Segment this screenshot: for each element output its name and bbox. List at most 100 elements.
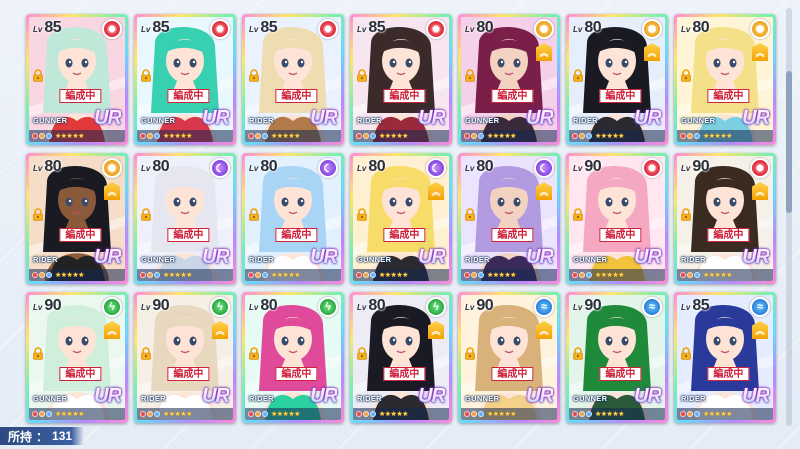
level-indicator: Lv 85 [357, 19, 386, 37]
character-card[interactable]: Lv 85 ✹ 編成中 RIDER UR ★★★★★ [350, 14, 452, 145]
card-frame: Lv 90 ≈ 編成中 GUNNER UR ★★★★★ [569, 295, 665, 420]
scrollbar[interactable] [786, 8, 792, 426]
lock-icon[interactable] [140, 69, 152, 82]
gem-icon [478, 272, 484, 278]
lock-icon[interactable] [32, 347, 44, 360]
possession-count-bar: 所持 ： 131 [0, 427, 85, 445]
character-card[interactable]: Lv 80 ☾ ︽ 編成中 RIDER UR ★★★★★ [458, 153, 560, 284]
rarity-badge: UR [418, 385, 446, 407]
lock-icon[interactable] [32, 208, 44, 221]
character-card[interactable]: Lv 80 ✺ ︽ 編成中 GUNNER UR ★★★★★ [458, 14, 560, 145]
level-indicator: Lv 80 [465, 19, 494, 37]
lock-icon[interactable] [464, 69, 476, 82]
lock-icon[interactable] [464, 347, 476, 360]
gem-icon [680, 133, 686, 139]
level-label: Lv [357, 303, 367, 312]
in-formation-badge: 編成中 [383, 89, 426, 103]
moon-element-icon: ☾ [318, 158, 338, 178]
character-card[interactable]: Lv 90 ≈ ︽ 編成中 GUNNER UR ★★★★★ [458, 292, 560, 423]
gem-icon [356, 411, 362, 417]
star-rating: ★★★★★ [703, 411, 732, 418]
character-card[interactable]: Lv 80 ✺ ︽ 編成中 RIDER UR ★★★★★ [566, 14, 668, 145]
level-indicator: Lv 80 [249, 158, 278, 176]
character-card[interactable]: Lv 85 ✹ 編成中 GUNNER UR ★★★★★ [26, 14, 128, 145]
lock-icon[interactable] [680, 69, 692, 82]
level-label: Lv [573, 25, 583, 34]
character-card[interactable]: Lv 80 ☾ 編成中 RIDER UR ★★★★★ [242, 153, 344, 284]
gem-icon [356, 272, 362, 278]
character-card[interactable]: Lv 80 ☾ ︽ 編成中 GUNNER UR ★★★★★ [350, 153, 452, 284]
lock-icon[interactable] [248, 69, 260, 82]
gem-icon [586, 411, 592, 417]
gem-icon [248, 133, 254, 139]
lock-icon[interactable] [140, 347, 152, 360]
lock-icon[interactable] [356, 208, 368, 221]
character-card[interactable]: Lv 85 ✹ 編成中 RIDER UR ★★★★★ [242, 14, 344, 145]
level-value: 90 [476, 297, 494, 314]
gem-icon [147, 272, 153, 278]
lock-icon[interactable] [680, 347, 692, 360]
character-card[interactable]: Lv 90 ϟ ︽ 編成中 GUNNER UR ★★★★★ [26, 292, 128, 423]
lock-icon[interactable] [680, 208, 692, 221]
in-formation-badge: 編成中 [491, 228, 534, 242]
level-value: 90 [152, 297, 170, 314]
rarity-badge: UR [742, 107, 770, 129]
in-formation-badge: 編成中 [599, 228, 642, 242]
card-bottom-bar: ★★★★★ [29, 408, 125, 420]
card-bottom-bar: ★★★★★ [245, 408, 341, 420]
character-card[interactable]: Lv 85 ≈ ︽ 編成中 RIDER UR ★★★★★ [674, 292, 776, 423]
lock-icon[interactable] [572, 69, 584, 82]
level-value: 80 [368, 158, 386, 175]
gem-icon [356, 133, 362, 139]
card-bottom-bar: ★★★★★ [569, 130, 665, 142]
rarity-badge: UR [526, 107, 554, 129]
gem-icon [370, 411, 376, 417]
gem-icon [140, 411, 146, 417]
level-label: Lv [249, 25, 259, 34]
level-label: Lv [141, 25, 151, 34]
wind-element-icon: ϟ [210, 297, 230, 317]
lock-icon[interactable] [32, 69, 44, 82]
gem-icon [262, 272, 268, 278]
gem-icon [262, 133, 268, 139]
scrollbar-thumb[interactable] [786, 71, 792, 213]
rarity-badge: UR [202, 107, 230, 129]
card-bottom-bar: ★★★★★ [461, 130, 557, 142]
star-rating: ★★★★★ [271, 411, 300, 418]
lock-icon[interactable] [572, 347, 584, 360]
role-label: GUNNER [465, 116, 500, 125]
lock-icon[interactable] [248, 347, 260, 360]
character-card[interactable]: Lv 90 ≈ 編成中 GUNNER UR ★★★★★ [566, 292, 668, 423]
level-indicator: Lv 90 [681, 158, 710, 176]
in-formation-badge: 編成中 [167, 367, 210, 381]
level-label: Lv [681, 25, 691, 34]
lock-icon[interactable] [356, 69, 368, 82]
lock-icon[interactable] [464, 208, 476, 221]
in-formation-badge: 編成中 [59, 89, 102, 103]
level-label: Lv [465, 164, 475, 173]
character-card[interactable]: Lv 80 ☾ 編成中 GUNNER UR ★★★★★ [134, 153, 236, 284]
lock-icon[interactable] [356, 347, 368, 360]
level-value: 85 [152, 19, 170, 36]
lock-icon[interactable] [140, 208, 152, 221]
possession-separator: ： [36, 429, 49, 444]
lock-icon[interactable] [248, 208, 260, 221]
fire-element-icon: ✹ [102, 19, 122, 39]
character-card[interactable]: Lv 80 ϟ ︽ 編成中 RIDER UR ★★★★★ [350, 292, 452, 423]
fire-element-icon: ✹ [210, 19, 230, 39]
level-indicator: Lv 80 [33, 158, 62, 176]
character-card[interactable]: Lv 80 ϟ 編成中 RIDER UR ★★★★★ [242, 292, 344, 423]
level-value: 85 [368, 19, 386, 36]
card-bottom-bar: ★★★★★ [569, 408, 665, 420]
card-frame: Lv 80 ✺ ︽ 編成中 GUNNER UR ★★★★★ [461, 17, 557, 142]
character-card[interactable]: Lv 80 ✺ ︽ 編成中 GUNNER UR ★★★★★ [674, 14, 776, 145]
gem-icon [46, 133, 52, 139]
gem-icon [32, 272, 38, 278]
lock-icon[interactable] [572, 208, 584, 221]
character-card[interactable]: Lv 90 ✹ 編成中 GUNNER UR ★★★★★ [566, 153, 668, 284]
character-card[interactable]: Lv 80 ✺ ︽ 編成中 RIDER UR ★★★★★ [26, 153, 128, 284]
character-card[interactable]: Lv 90 ϟ ︽ 編成中 RIDER UR ★★★★★ [134, 292, 236, 423]
role-label: RIDER [573, 116, 598, 125]
character-card[interactable]: Lv 90 ✹ ︽ 編成中 RIDER UR ★★★★★ [674, 153, 776, 284]
character-card[interactable]: Lv 85 ✹ 編成中 GUNNER UR ★★★★★ [134, 14, 236, 145]
